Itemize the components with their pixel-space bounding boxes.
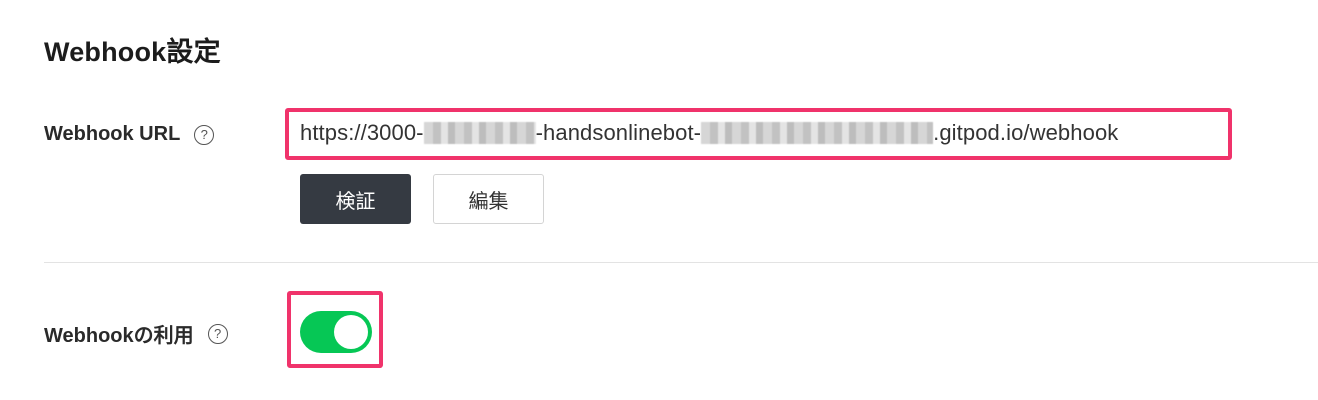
webhook-url-row-label: Webhook URL ? <box>44 123 215 146</box>
use-webhook-label: Webhookの利用 <box>44 325 194 347</box>
use-webhook-toggle[interactable] <box>300 311 372 353</box>
url-suffix: .gitpod.io/webhook <box>933 120 1119 145</box>
section-title: Webhook設定 <box>44 37 221 67</box>
webhook-url-label: Webhook URL <box>44 123 181 145</box>
redacted-segment <box>701 122 934 144</box>
help-icon[interactable]: ? <box>207 323 228 344</box>
url-middle: -handsonlinebot- <box>535 120 702 145</box>
use-webhook-row-label: Webhookの利用 ? <box>44 319 228 348</box>
help-icon[interactable]: ? <box>194 124 215 145</box>
redacted-segment <box>423 122 536 144</box>
edit-button[interactable]: 編集 <box>433 174 544 224</box>
toggle-knob <box>334 315 368 349</box>
url-prefix: https://3000- <box>300 120 424 145</box>
webhook-url-value: https://3000- -handsonlinebot- .gitpod.i… <box>300 120 1118 146</box>
verify-button[interactable]: 検証 <box>300 174 411 224</box>
divider <box>44 262 1318 263</box>
